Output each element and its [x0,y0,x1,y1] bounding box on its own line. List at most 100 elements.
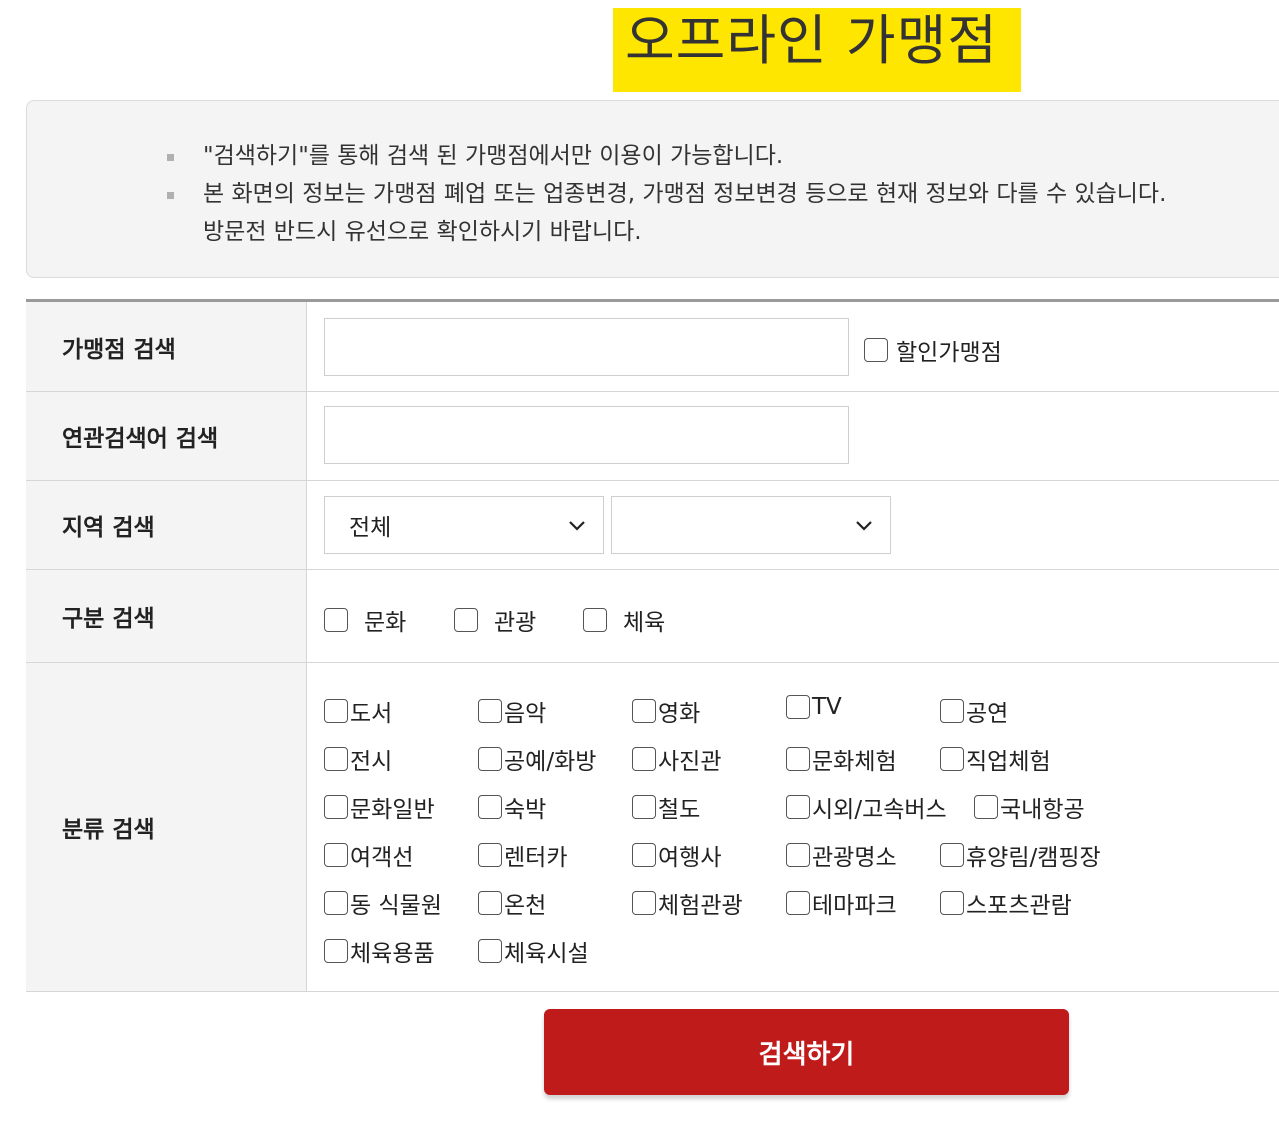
notice-item: "검색하기"를 통해 검색 된 가맹점에서만 이용이 가능합니다. [167,137,1166,175]
bullet-icon [167,154,174,161]
checkbox-label: 여객선 [350,845,414,871]
checkbox-box[interactable] [632,843,656,867]
category-checkbox[interactable]: 여행사 [632,838,721,872]
checkbox-label: 체육 [623,610,666,636]
checkbox-label: 전시 [350,749,393,775]
checkbox-box[interactable] [786,891,810,915]
notice-box: "검색하기"를 통해 검색 된 가맹점에서만 이용이 가능합니다. 본 화면의 … [26,100,1279,278]
checkbox-label: 스포츠관람 [966,893,1072,919]
checkbox-box[interactable] [478,939,502,963]
checkbox-label: 국내항공 [1000,797,1085,823]
division-checkbox-sports[interactable]: 체육 [583,603,665,637]
checkbox-box[interactable] [324,939,348,963]
division-checkbox-culture[interactable]: 문화 [324,603,406,637]
checkbox-box[interactable] [478,747,502,771]
category-checkbox[interactable]: 공예/화방 [478,742,596,776]
notice-text: 본 화면의 정보는 가맹점 폐업 또는 업종변경, 가맹점 정보변경 등으로 현… [203,181,1167,207]
checkbox-box[interactable] [454,608,478,632]
store-search-input[interactable] [324,318,849,376]
row-keyword-search: 연관검색어 검색 [26,392,1279,481]
checkbox-box[interactable] [324,608,348,632]
checkbox-box[interactable] [324,795,348,819]
division-checkbox-tourism[interactable]: 관광 [454,603,536,637]
category-checkbox[interactable]: 공연 [940,694,1008,728]
checkbox-box[interactable] [786,747,810,771]
category-search-field: 도서 음악 영화 TV 공연전시 공예/화방 사진관 문화체험 직업체험문화일반 숙박 철도 시외/고… [307,663,1279,991]
bullet-icon [167,192,174,199]
checkbox-box[interactable] [786,695,810,719]
category-checkbox[interactable]: 국내항공 [974,790,1085,824]
category-checkbox[interactable]: 사진관 [632,742,721,776]
checkbox-box[interactable] [478,843,502,867]
discount-store-checkbox[interactable]: 할인가맹점 [864,333,1002,367]
category-checkbox[interactable]: 영화 [632,694,700,728]
category-checkbox[interactable]: 전시 [324,742,392,776]
checkbox-box[interactable] [478,891,502,915]
category-checkbox[interactable]: 관광명소 [786,838,897,872]
keyword-search-field [307,392,1279,480]
checkbox-box[interactable] [632,891,656,915]
category-checkbox[interactable]: 체험관광 [632,886,743,920]
checkbox-box[interactable] [324,699,348,723]
checkbox-box[interactable] [940,843,964,867]
checkbox-box[interactable] [324,843,348,867]
checkbox-label: 시외/고속버스 [812,797,947,823]
checkbox-label: 공연 [966,701,1009,727]
category-checkbox[interactable]: 휴양림/캠핑장 [940,838,1101,872]
category-checkbox[interactable]: 여객선 [324,838,413,872]
keyword-search-label: 연관검색어 검색 [26,392,307,480]
checkbox-label: 숙박 [504,797,547,823]
checkbox-label: 공예/화방 [504,749,597,775]
checkbox-box[interactable] [864,338,888,362]
region-select-primary[interactable]: 전체 [324,496,604,554]
checkbox-label: 여행사 [658,845,722,871]
checkbox-box[interactable] [632,699,656,723]
category-checkbox[interactable]: 직업체험 [940,742,1051,776]
checkbox-box[interactable] [786,843,810,867]
category-checkbox[interactable]: TV [786,694,842,720]
category-checkbox[interactable]: 체육시설 [478,934,589,968]
checkbox-label: 문화일반 [350,797,435,823]
keyword-search-input[interactable] [324,406,849,464]
notice-list: "검색하기"를 통해 검색 된 가맹점에서만 이용이 가능합니다. 본 화면의 … [167,137,1166,251]
category-checkbox[interactable]: 렌터카 [478,838,567,872]
checkbox-box[interactable] [940,747,964,771]
checkbox-box[interactable] [786,795,810,819]
checkbox-box[interactable] [324,747,348,771]
notice-text: "검색하기"를 통해 검색 된 가맹점에서만 이용이 가능합니다. [203,143,784,169]
category-checkbox[interactable]: 문화일반 [324,790,435,824]
category-search-label: 분류 검색 [26,663,307,991]
checkbox-box[interactable] [478,795,502,819]
search-form: 가맹점 검색 할인가맹점 연관검색어 검색 지역 검색 전체 구분 검색 문화 … [26,299,1279,992]
checkbox-box[interactable] [632,795,656,819]
checkbox-box[interactable] [324,891,348,915]
category-checkbox[interactable]: 도서 [324,694,392,728]
row-category-search: 분류 검색 도서 음악 영화 TV 공연전시 공예/화방 사진관 문화체험 직업체험문화일반 숙박… [26,663,1279,992]
search-button[interactable]: 검색하기 [544,1009,1069,1095]
checkbox-box[interactable] [583,608,607,632]
notice-text-sub: 방문전 반드시 유선으로 확인하시기 바랍니다. [203,219,642,245]
checkbox-label: 음악 [504,701,547,727]
category-checkbox[interactable]: 음악 [478,694,546,728]
region-select-secondary[interactable] [611,496,891,554]
category-checkbox[interactable]: 시외/고속버스 [786,790,947,824]
checkbox-box[interactable] [974,795,998,819]
category-checkbox[interactable]: 철도 [632,790,700,824]
category-checkbox[interactable]: 체육용품 [324,934,435,968]
category-checkbox[interactable]: 온천 [478,886,546,920]
store-search-field: 할인가맹점 [307,302,1279,391]
checkbox-label: 사진관 [658,749,722,775]
division-search-label: 구분 검색 [26,570,307,662]
checkbox-label: 관광 [494,610,537,636]
page-title: 오프라인 가맹점 [625,9,998,72]
category-checkbox[interactable]: 숙박 [478,790,546,824]
checkbox-box[interactable] [632,747,656,771]
category-checkbox[interactable]: 스포츠관람 [940,886,1072,920]
checkbox-box[interactable] [478,699,502,723]
checkbox-label: 직업체험 [966,749,1051,775]
category-checkbox[interactable]: 문화체험 [786,742,897,776]
checkbox-box[interactable] [940,699,964,723]
category-checkbox[interactable]: 테마파크 [786,886,897,920]
category-checkbox[interactable]: 동 식물원 [324,886,442,920]
checkbox-box[interactable] [940,891,964,915]
